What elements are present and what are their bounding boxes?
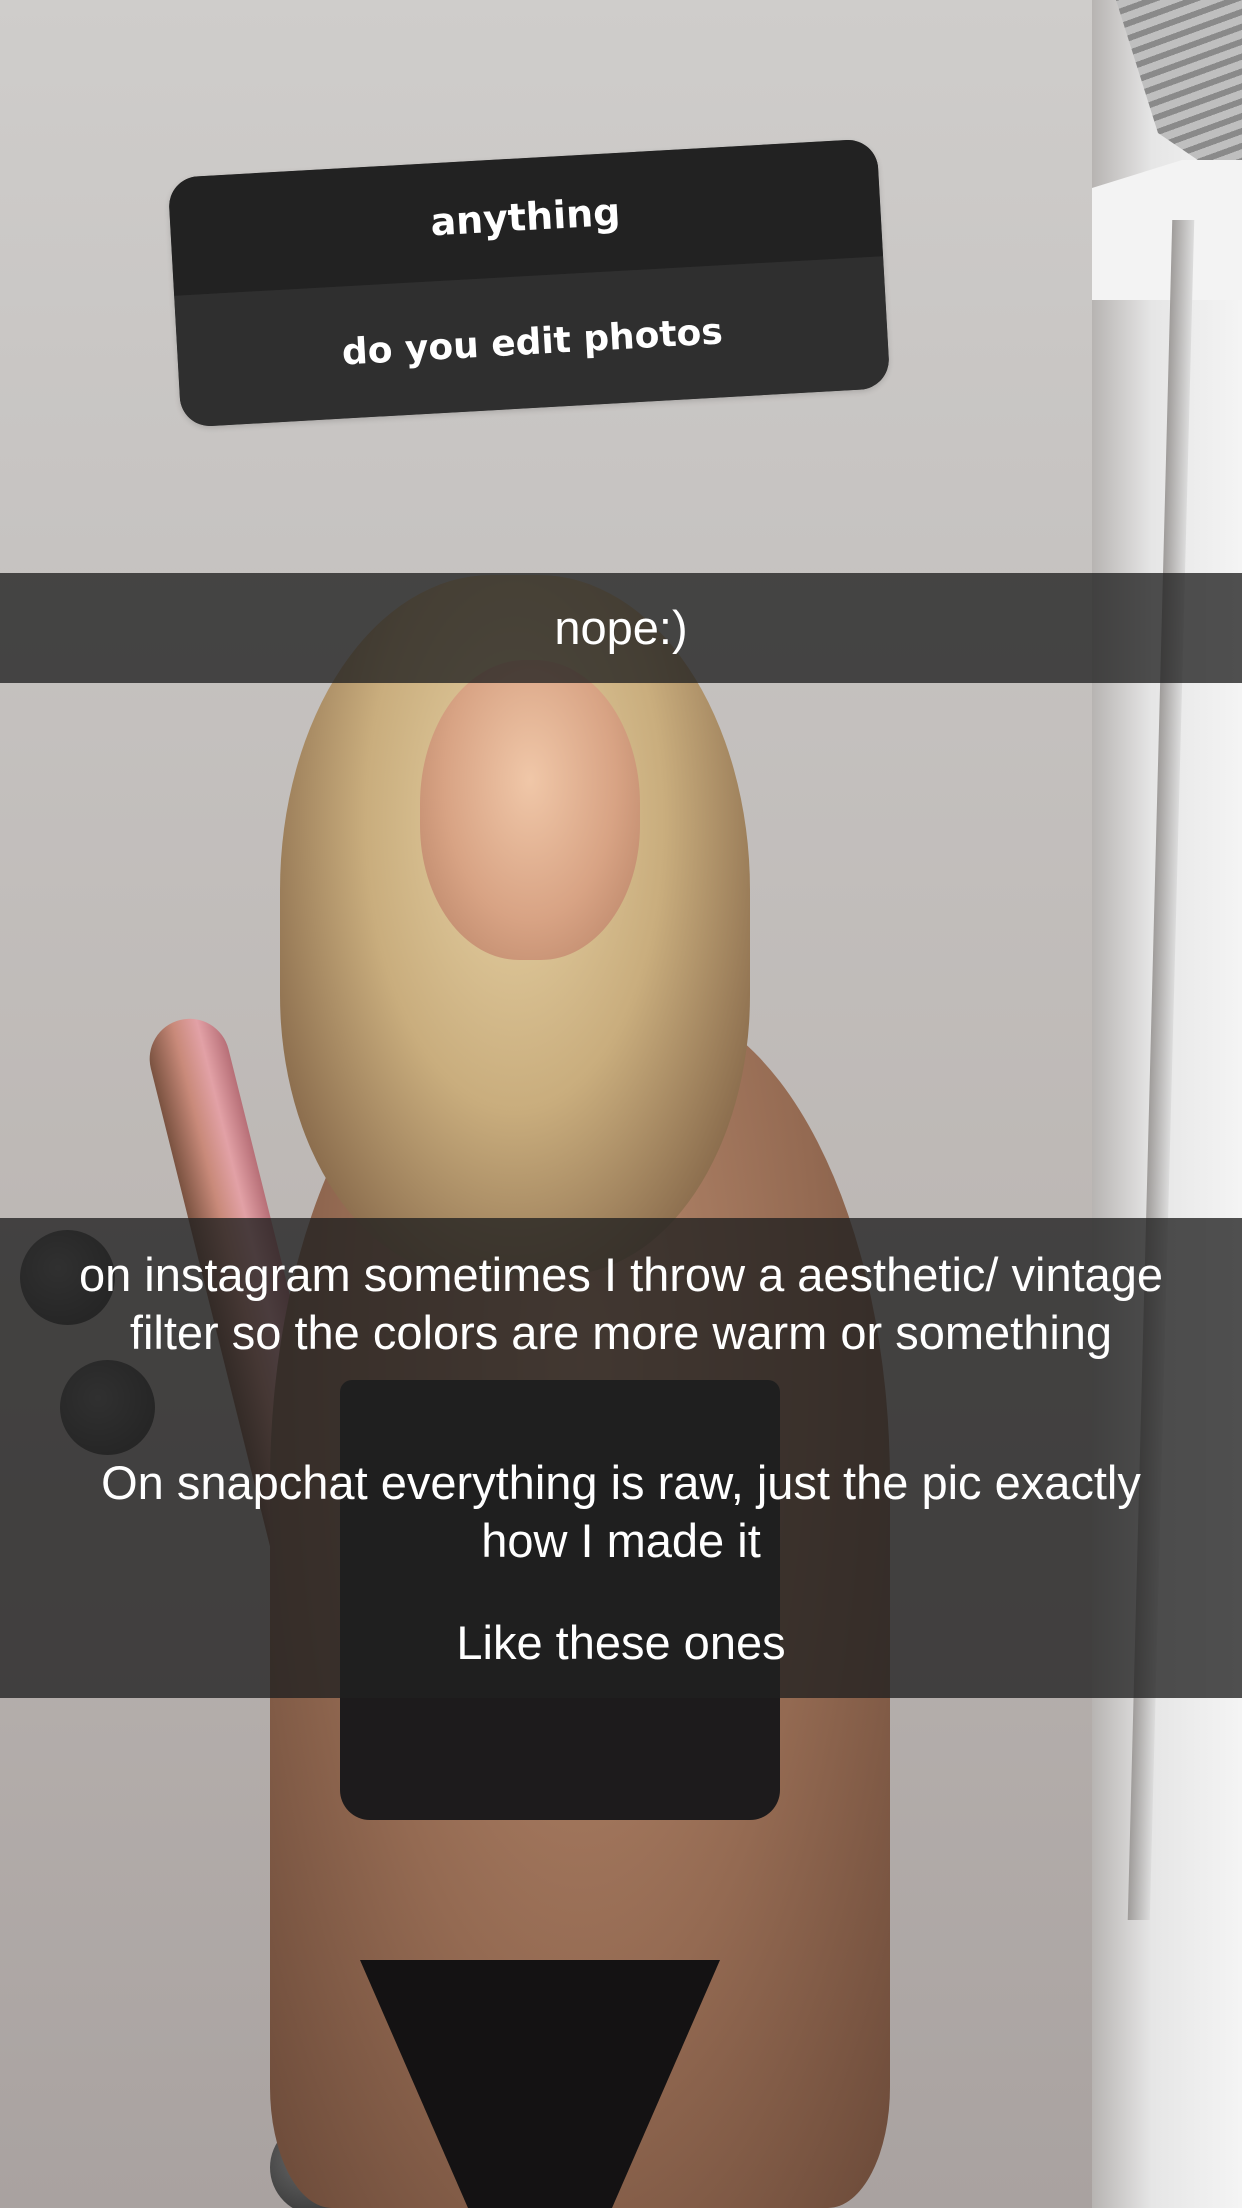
caption-text: on instagram sometimes I throw a aesthet… <box>78 1248 1164 1359</box>
caption-text: nope:) <box>554 601 688 654</box>
question-sticker[interactable]: anything do you edit photos <box>167 138 891 428</box>
caption-bar[interactable]: nope:) <box>0 573 1242 683</box>
caption-bar[interactable]: Like these ones <box>0 1588 1242 1698</box>
caption-bar[interactable]: on instagram sometimes I throw a aesthet… <box>0 1218 1242 1430</box>
person-face <box>420 660 640 960</box>
window <box>1092 160 1242 300</box>
caption-text: On snapchat everything is raw, just the … <box>101 1456 1141 1567</box>
caption-text: Like these ones <box>456 1616 786 1669</box>
caption-bar[interactable]: On snapchat everything is raw, just the … <box>0 1430 1242 1588</box>
